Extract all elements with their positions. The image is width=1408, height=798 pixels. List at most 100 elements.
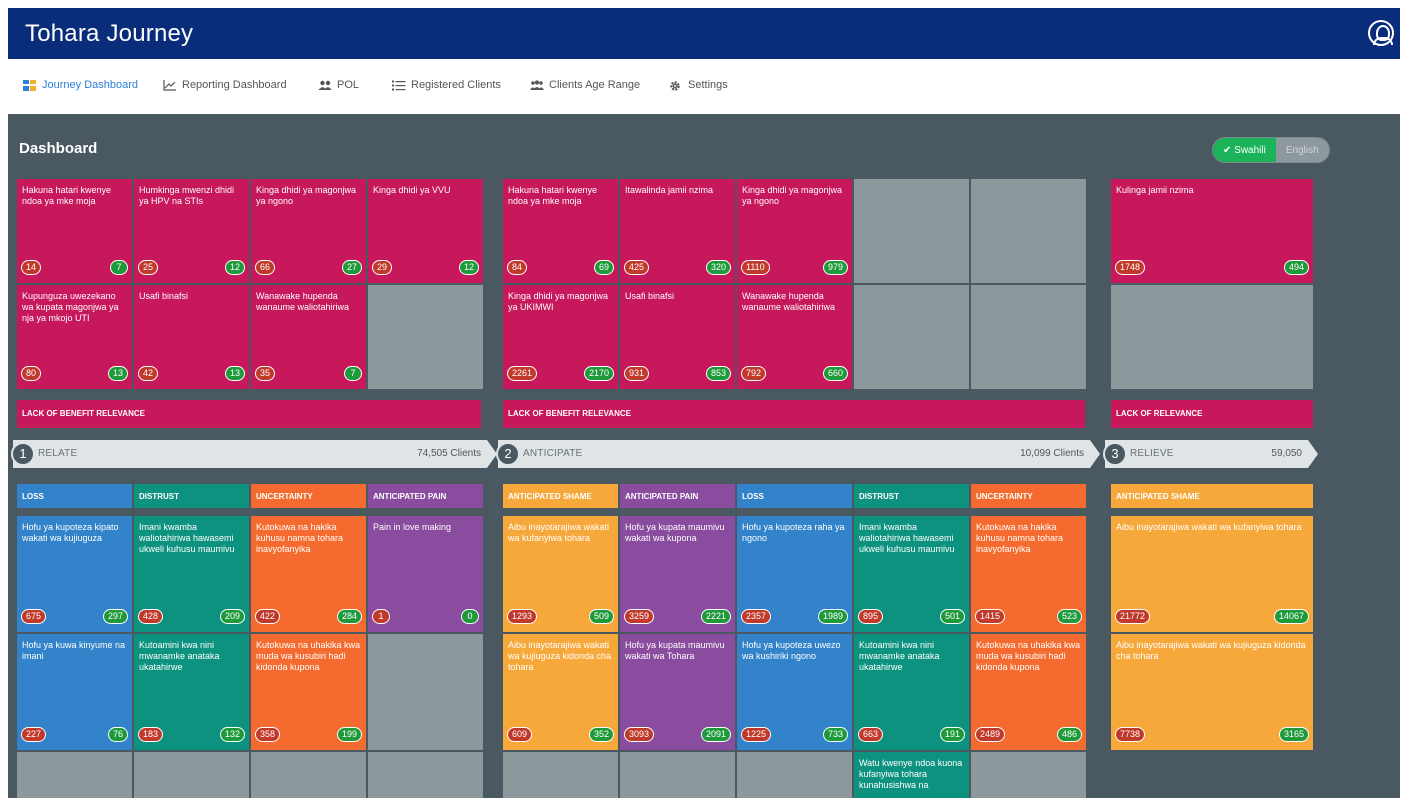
converted-count-badge: 494: [1283, 260, 1309, 275]
converted-count-badge: 3165: [1278, 727, 1309, 742]
barrier-header: UNCERTAINTY: [971, 484, 1086, 508]
language-toggle: ✔ Swahili English: [1212, 137, 1330, 163]
barrier-tile[interactable]: Aibu inayotarajiwa wakati wa kujiuguza k…: [503, 634, 618, 750]
total-count-badge: 792: [741, 366, 767, 381]
swahili-button[interactable]: ✔ Swahili: [1213, 138, 1276, 162]
total-count-badge: 84: [507, 260, 528, 275]
relieve-lack-bar[interactable]: LACK OF RELEVANCE: [1111, 400, 1313, 428]
barrier-header: ANTICIPATED SHAME: [1111, 484, 1313, 508]
total-count-badge: 428: [138, 609, 164, 624]
relate-lack-bar[interactable]: LACK OF BENEFIT RELEVANCE: [17, 400, 481, 428]
barrier-tile[interactable]: Imani kwamba waliotahiriwa hawasemi ukwe…: [854, 516, 969, 632]
converted-count-badge: 486: [1056, 727, 1082, 742]
benefit-tile[interactable]: Kinga dhidi ya magonjwa ya UKIMWI 2261 217…: [503, 285, 618, 389]
benefit-tile[interactable]: Hakuna hatari kwenye ndoa ya mke moja 14 7: [17, 179, 132, 283]
tile-label: Hofu ya kupata maumivu wakati wa kupona: [625, 522, 725, 543]
dashboard-panel: Dashboard ✔ Swahili English LACK OF BENE…: [8, 114, 1400, 798]
empty-tile[interactable]: [737, 752, 852, 798]
benefit-tile[interactable]: Hakuna hatari kwenye ndoa ya mke moja 84 6…: [503, 179, 618, 283]
gear-icon: [669, 80, 682, 91]
barrier-tile[interactable]: Kutokuwa na hakika kuhusu namna tohara i…: [251, 516, 366, 632]
barrier-tile[interactable]: Hofu ya kupoteza uwezo wa kushiriki ngon…: [737, 634, 852, 750]
english-button[interactable]: English: [1275, 138, 1329, 162]
empty-tile[interactable]: [971, 285, 1086, 389]
barrier-tile[interactable]: Aibu inayotarajiwa wakati wa kufanyiwa t…: [503, 516, 618, 632]
barrier-tile[interactable]: Aibu inayotarajiwa wakati wa kujiuguza k…: [1111, 634, 1313, 750]
converted-count-badge: 284: [336, 609, 362, 624]
total-count-badge: 1293: [507, 609, 538, 624]
empty-tile[interactable]: [1111, 285, 1313, 389]
barrier-tile[interactable]: Pain in love making 1 0: [368, 516, 483, 632]
total-count-badge: 42: [138, 366, 159, 381]
nav-registered-clients[interactable]: Registered Clients: [392, 79, 501, 91]
barrier-tile[interactable]: Imani kwamba waliotahiriwa hawasemi ukwe…: [134, 516, 249, 632]
benefit-tile[interactable]: Humkinga mwenzi dhidi ya HPV na STIs 25 12: [134, 179, 249, 283]
barrier-tile[interactable]: Hofu ya kupoteza raha ya ngono 2357 1989: [737, 516, 852, 632]
barrier-tile[interactable]: Kutoamini kwa nini mwanamke anataka ukat…: [134, 634, 249, 750]
stage-name: RELIEVE: [1130, 448, 1174, 459]
converted-count-badge: 12: [458, 260, 479, 275]
converted-count-badge: 979: [822, 260, 848, 275]
empty-tile[interactable]: [971, 752, 1086, 798]
barrier-tile[interactable]: Hofu ya kupata maumivu wakati wa Tohara 3…: [620, 634, 735, 750]
converted-count-badge: 2221: [700, 609, 731, 624]
barrier-tile[interactable]: Hofu ya kuwa kinyume na imani 227 76: [17, 634, 132, 750]
total-count-badge: 1748: [1115, 260, 1146, 275]
benefit-tile[interactable]: Kinga dhidi ya magonjwa ya ngono 1110 979: [737, 179, 852, 283]
converted-count-badge: 209: [219, 609, 245, 624]
empty-tile[interactable]: [134, 752, 249, 798]
benefit-tile[interactable]: Kulinga jamii nzima 1748 494: [1111, 179, 1313, 283]
converted-count-badge: 27: [341, 260, 362, 275]
anticipate-lack-bar[interactable]: LACK OF BENEFIT RELEVANCE: [503, 400, 1085, 428]
empty-tile[interactable]: [620, 752, 735, 798]
barrier-tile[interactable]: Hofu ya kupata maumivu wakati wa kupona 3…: [620, 516, 735, 632]
benefit-tile[interactable]: Usafi binafsi 42 13: [134, 285, 249, 389]
total-count-badge: 1: [372, 609, 390, 624]
barrier-tile[interactable]: Watu kwenye ndoa kuona kufanyiwa tohara …: [854, 752, 969, 798]
page-title: Dashboard: [19, 140, 98, 157]
benefit-tile[interactable]: Itawalinda jamii nzima 425 320: [620, 179, 735, 283]
total-count-badge: 931: [624, 366, 650, 381]
tile-label: Kupunguza uwezekano wa kupata magonjwa y…: [22, 291, 119, 323]
empty-tile[interactable]: [17, 752, 132, 798]
benefit-tile[interactable]: Kinga dhidi ya magonjwa ya ngono 66 27: [251, 179, 366, 283]
empty-tile[interactable]: [368, 634, 483, 750]
empty-tile[interactable]: [854, 285, 969, 389]
benefit-tile[interactable]: Kupunguza uwezekano wa kupata magonjwa y…: [17, 285, 132, 389]
empty-tile[interactable]: [854, 179, 969, 283]
empty-tile[interactable]: [368, 752, 483, 798]
barrier-tile[interactable]: Aibu inayotarajiwa wakati wa kufanyiwa t…: [1111, 516, 1313, 632]
stage-anticipate[interactable]: 2 ANTICIPATE 10,099 Clients: [496, 440, 1100, 468]
nav-journey-dashboard[interactable]: Journey Dashboard: [23, 79, 138, 91]
nav-settings[interactable]: Settings: [669, 79, 728, 91]
nav-pol[interactable]: POL: [318, 79, 359, 91]
nav-clients-age-range[interactable]: Clients Age Range: [530, 79, 640, 91]
benefit-tile[interactable]: Wanawake hupenda wanaume waliotahiriwa 35…: [251, 285, 366, 389]
nav-reporting-dashboard[interactable]: Reporting Dashboard: [163, 79, 287, 91]
barrier-header: UNCERTAINTY: [251, 484, 366, 508]
total-count-badge: 7738: [1115, 727, 1146, 742]
user-avatar-icon[interactable]: [1368, 20, 1394, 46]
total-count-badge: 25: [138, 260, 159, 275]
tile-label: Hofu ya kupoteza kipato wakati wa kujiug…: [22, 522, 119, 543]
stage-relate[interactable]: 1 RELATE 74,505 Clients: [11, 440, 497, 468]
empty-tile[interactable]: [368, 285, 483, 389]
total-count-badge: 422: [255, 609, 281, 624]
benefit-tile[interactable]: Kinga dhidi ya VVU 29 12: [368, 179, 483, 283]
barrier-tile[interactable]: Kutokuwa na uhakika kwa muda wa kusubiri…: [971, 634, 1086, 750]
benefit-tile[interactable]: Wanawake hupenda wanaume waliotahiriwa 79…: [737, 285, 852, 389]
tile-label: Kutoamini kwa nini mwanamke anataka ukat…: [139, 640, 220, 672]
barrier-tile[interactable]: Kutokuwa na uhakika kwa muda wa kusubiri…: [251, 634, 366, 750]
empty-tile[interactable]: [251, 752, 366, 798]
converted-count-badge: 7: [110, 260, 128, 275]
stage-relieve[interactable]: 3 RELIEVE 59,050: [1103, 440, 1318, 468]
converted-count-badge: 191: [939, 727, 965, 742]
benefit-tile[interactable]: Usafi binafsi 931 853: [620, 285, 735, 389]
tile-label: Itawalinda jamii nzima: [625, 185, 714, 195]
barrier-tile[interactable]: Hofu ya kupoteza kipato wakati wa kujiug…: [17, 516, 132, 632]
empty-tile[interactable]: [503, 752, 618, 798]
barrier-tile[interactable]: Kutokuwa na hakika kuhusu namna tohara i…: [971, 516, 1086, 632]
converted-count-badge: 501: [939, 609, 965, 624]
barrier-tile[interactable]: Kutoamini kwa nini mwanamke anataka ukat…: [854, 634, 969, 750]
empty-tile[interactable]: [971, 179, 1086, 283]
